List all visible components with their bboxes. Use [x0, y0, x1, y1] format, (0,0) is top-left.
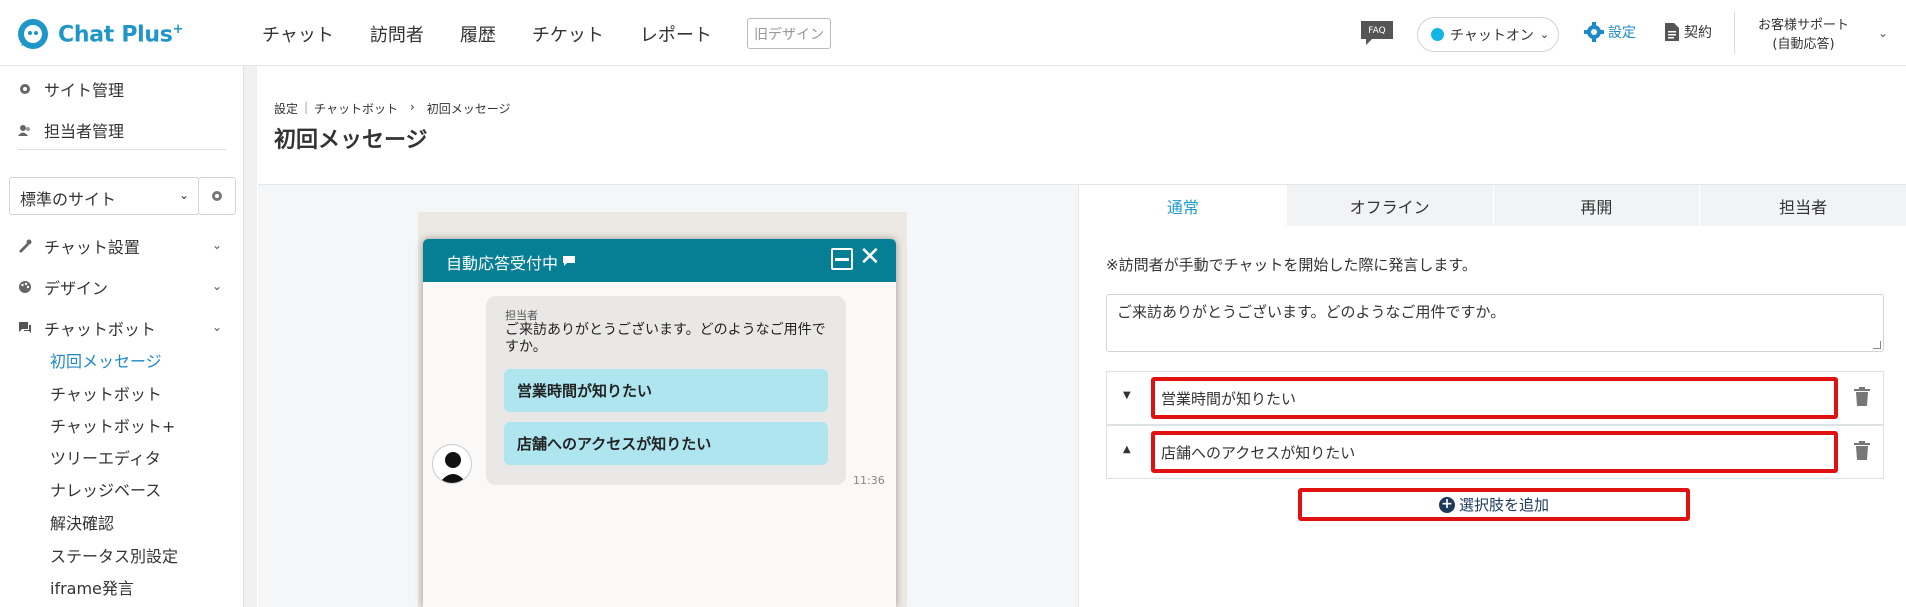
cog-icon: [212, 191, 222, 201]
tab-normal[interactable]: 通常: [1079, 185, 1286, 226]
chat-bubbles-icon: [19, 322, 31, 333]
user-name: お客様サポート: [1758, 18, 1850, 33]
tab-resume[interactable]: 再開: [1492, 185, 1700, 226]
tools-icon: [19, 239, 32, 253]
choice-input[interactable]: 営業時間が知りたい: [1151, 377, 1838, 419]
sidebar-subitem-chatbot[interactable]: チャットボット: [50, 381, 162, 405]
preview-choice-access[interactable]: 店舗へのアクセスが知りたい: [504, 422, 828, 465]
document-icon: [1665, 23, 1679, 41]
old-design-button[interactable]: 旧デザイン: [747, 18, 831, 49]
settings-link[interactable]: 設定: [1584, 22, 1636, 42]
chevron-down-icon[interactable]: ⌄: [212, 320, 222, 334]
message-sender: 担当者: [505, 309, 538, 322]
add-choice-button[interactable]: + 選択肢を追加: [1298, 488, 1690, 521]
avatar: [432, 444, 472, 484]
user-mode: (自動応答): [1772, 37, 1835, 52]
chevron-down-icon[interactable]: ⌄: [1878, 26, 1888, 40]
choice-input[interactable]: 店舗へのアクセスが知りたい: [1151, 431, 1838, 473]
sidebar-subitem-first-message[interactable]: 初回メッセージ: [50, 348, 162, 372]
header-divider: [1734, 12, 1735, 54]
breadcrumb-separator: ›: [409, 100, 415, 114]
sidebar-scrollbar[interactable]: [243, 66, 257, 607]
chat-status-label: チャットオン: [1450, 27, 1534, 44]
faq-icon[interactable]: FAQ: [1360, 20, 1394, 46]
person-icon: [439, 452, 467, 483]
chevron-down-icon[interactable]: ⌄: [212, 238, 222, 252]
plus-circle-icon: +: [1438, 496, 1455, 513]
breadcrumb-settings[interactable]: 設定: [274, 100, 298, 117]
message-time: 11:36: [853, 474, 885, 487]
nav-chat[interactable]: チャット: [262, 21, 334, 47]
move-up-icon[interactable]: ▲: [1123, 444, 1131, 455]
nav-tickets[interactable]: チケット: [532, 21, 604, 47]
add-choice-label: 選択肢を追加: [1458, 496, 1549, 514]
settings-note: ※訪問者が手動でチャットを開始した際に発言します。: [1106, 256, 1477, 274]
choice-row: ▼ 営業時間が知りたい: [1106, 371, 1884, 425]
chat-preview-window: 自動応答受付中 ✕ 担当者 ご来訪ありがとうございます。どのようなご用件ですか。…: [423, 239, 896, 607]
sidebar-label: デザイン: [44, 279, 109, 298]
tab-agent[interactable]: 担当者: [1699, 185, 1906, 226]
status-dot-icon: [1431, 28, 1444, 41]
contract-link[interactable]: 契約: [1664, 22, 1712, 42]
gear-icon: [1584, 22, 1604, 42]
minimize-icon[interactable]: [831, 248, 853, 270]
trash-icon[interactable]: [1853, 387, 1871, 407]
close-icon[interactable]: ✕: [859, 242, 881, 272]
sidebar-label: 担当者管理: [44, 122, 125, 141]
choice-row: ▲ 店舗へのアクセスが知りたい: [1106, 425, 1884, 479]
chat-header: 自動応答受付中: [423, 239, 896, 282]
sidebar-item-chat-setup[interactable]: チャット設置: [18, 234, 140, 258]
breadcrumb: 設定 | チャットボット › 初回メッセージ: [274, 100, 511, 117]
sidebar-label: チャットボット: [44, 320, 156, 339]
cog-icon: [20, 84, 30, 94]
trash-icon[interactable]: [1853, 441, 1871, 461]
sidebar-subitem-iframe[interactable]: iframe発言: [50, 575, 134, 599]
message-text: ご来訪ありがとうございます。どのようなご用件ですか。: [505, 322, 826, 355]
move-down-icon[interactable]: ▼: [1123, 390, 1131, 401]
breadcrumb-divider: |: [304, 100, 309, 114]
contract-label: 契約: [1684, 25, 1712, 41]
nav-visitors[interactable]: 訪問者: [370, 21, 424, 47]
sidebar-subitem-resolution[interactable]: 解決確認: [50, 510, 114, 534]
sidebar-label: チャット設置: [44, 238, 140, 257]
sidebar-divider: [18, 149, 226, 150]
palette-icon: [19, 281, 31, 293]
chat-status-toggle[interactable]: チャットオン ⌄: [1417, 17, 1559, 52]
nav-reports[interactable]: レポート: [640, 21, 712, 47]
chevron-down-icon: ⌄: [178, 188, 189, 202]
sidebar-item-agent-manage[interactable]: 担当者管理: [18, 118, 124, 142]
chevron-down-icon: ⌄: [1539, 28, 1550, 41]
top-bar: Chat Plus+ チャット 訪問者 履歴 チケット レポート 旧デザイン F…: [0, 0, 1906, 66]
breadcrumb-current: 初回メッセージ: [426, 102, 511, 116]
speech-bubble-icon: [563, 256, 576, 266]
chevron-down-icon[interactable]: ⌄: [212, 279, 222, 293]
preview-choice-hours[interactable]: 営業時間が知りたい: [504, 369, 828, 412]
nav-history[interactable]: 履歴: [460, 21, 496, 47]
tab-bar: 通常 オフライン 再開 担当者: [1078, 185, 1906, 226]
main-nav: チャット 訪問者 履歴 チケット レポート: [262, 21, 748, 47]
sidebar-subitem-chatbot-plus[interactable]: チャットボット+: [50, 413, 175, 437]
sidebar-subitem-knowledge-base[interactable]: ナレッジベース: [50, 477, 161, 501]
sidebar-label: サイト管理: [44, 81, 125, 100]
chat-header-title: 自動応答受付中: [446, 254, 559, 273]
site-select-value: 標準のサイト: [20, 190, 117, 209]
site-select[interactable]: 標準のサイト ⌄: [9, 177, 199, 215]
sidebar-subitem-tree-editor[interactable]: ツリーエディタ: [50, 445, 161, 469]
tab-offline[interactable]: オフライン: [1285, 185, 1493, 226]
user-menu[interactable]: お客様サポート (自動応答): [1758, 16, 1849, 54]
breadcrumb-chatbot[interactable]: チャットボット: [314, 100, 398, 117]
logo-text: Chat Plus+: [58, 22, 184, 48]
page-title: 初回メッセージ: [274, 128, 428, 153]
sidebar-item-site-manage[interactable]: サイト管理: [18, 77, 124, 101]
sidebar-subitem-status-settings[interactable]: ステータス別設定: [50, 543, 178, 567]
svg-text:FAQ: FAQ: [1368, 26, 1385, 36]
greeting-textarea[interactable]: ご来訪ありがとうございます。どのようなご用件ですか。: [1106, 294, 1884, 352]
sidebar-item-chatbot[interactable]: チャットボット: [18, 316, 156, 340]
logo-icon: [18, 19, 48, 49]
settings-label: 設定: [1608, 25, 1636, 41]
site-settings-button[interactable]: [198, 177, 236, 215]
logo[interactable]: Chat Plus+: [16, 18, 183, 52]
users-icon: [18, 125, 30, 136]
sidebar-item-design[interactable]: デザイン: [18, 275, 108, 299]
